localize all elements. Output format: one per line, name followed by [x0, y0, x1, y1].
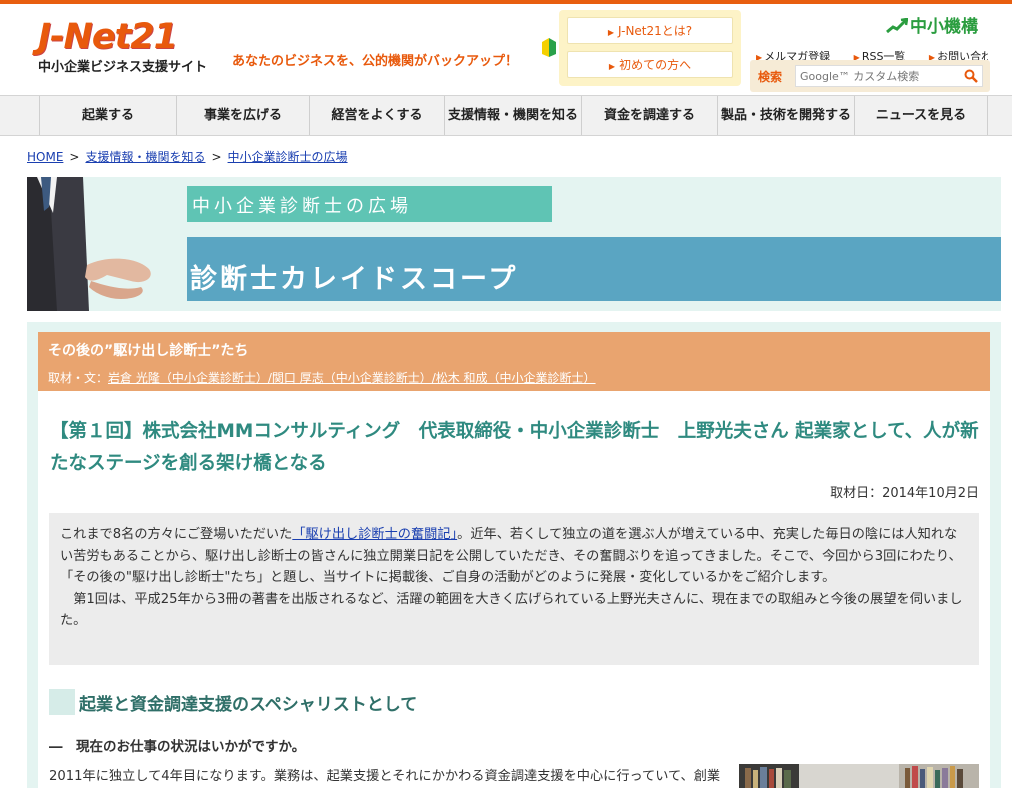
intro-link-diary[interactable]: 「駆け出し診断士の奮闘記」 — [292, 527, 457, 542]
smrj-logo-text: 中小機構 — [910, 17, 978, 37]
interview-answer: 2011年に独立して4年目になります。業務は、起業支援とそれにかかわる資金調達支… — [49, 769, 721, 784]
interview-question: ― 現在のお仕事の状況はいかがですか。 — [49, 739, 306, 755]
breadcrumb-current[interactable]: 中小企業診断士の広場 — [228, 150, 348, 164]
link-rss-label: RSS一覧 — [861, 50, 906, 60]
logo-main-text: J-Net21 — [38, 17, 178, 57]
logo-sub-text: 中小企業ビジネス支援サイト — [38, 60, 208, 75]
breadcrumb-separator: > — [211, 150, 222, 164]
smrj-logo[interactable]: 中小機構 — [886, 12, 978, 37]
section-banner: 中小企業診断士の広場 診断士カレイドスコープ — [27, 177, 1001, 311]
beginner-mark-icon — [542, 38, 556, 57]
about-jnet21-button[interactable]: ▶ J-Net21とは? — [567, 17, 733, 44]
nav-item-support-info[interactable]: 支援情報・機関を知る — [444, 96, 581, 135]
banner-title-kaleidoscope: 診断士カレイドスコープ — [190, 264, 519, 295]
nav-item-startup[interactable]: 起業する — [39, 96, 176, 135]
section-marker — [49, 689, 75, 715]
site-search: 検索 — [750, 60, 990, 92]
interview-photo — [739, 764, 979, 788]
arrow-right-icon: ▶ — [756, 53, 763, 60]
breadcrumb-support-info[interactable]: 支援情報・機関を知る — [85, 150, 205, 164]
arrow-right-icon: ▶ — [928, 53, 936, 60]
site-logo[interactable]: J-Net21 中小企業ビジネス支援サイト — [38, 18, 228, 75]
nav-item-expand-business[interactable]: 事業を広げる — [176, 96, 309, 135]
triangle-right-icon: ▶ — [607, 28, 614, 37]
series-header: その後の”駆け出し診断士”たち 取材・文：岩倉 光隆（中小企業診断士）/関口 厚… — [38, 332, 990, 391]
article-card: その後の”駆け出し診断士”たち 取材・文：岩倉 光隆（中小企業診断士）/関口 厚… — [27, 322, 1001, 788]
section-heading: 起業と資金調達支援のスペシャリストとして — [49, 689, 417, 715]
triangle-right-icon: ▶ — [608, 62, 616, 71]
link-contact-label: お問い合わせ — [937, 50, 988, 60]
breadcrumb-separator: > — [69, 150, 80, 164]
about-jnet21-label: J-Net21とは? — [618, 24, 693, 38]
nav-item-funding[interactable]: 資金を調達する — [581, 96, 717, 135]
first-time-label: 初めての方へ — [619, 58, 692, 72]
search-icon[interactable] — [964, 69, 978, 83]
link-mailmag[interactable]: ▶ メルマガ登録 — [756, 50, 840, 60]
section-heading-text: 起業と資金調達支援のスペシャリストとして — [79, 694, 418, 715]
header-guide-box: ▶ J-Net21とは? ▶ 初めての方へ — [559, 10, 741, 86]
intro-paragraph-2: 第1回は、平成25年から3冊の著書を出版されるなど、活躍の範囲を大きく広げられて… — [60, 591, 963, 629]
series-credit: 取材・文：岩倉 光隆（中小企業診断士）/関口 厚志（中小企業診断士）/松木 和成… — [48, 369, 596, 386]
nav-item-product-tech[interactable]: 製品・技術を開発する — [717, 96, 854, 135]
series-title: その後の”駆け出し診断士”たち — [48, 343, 249, 359]
global-nav: 起業する 事業を広げる 経営をよくする 支援情報・機関を知る 資金を調達する 製… — [0, 95, 1012, 136]
intro-paragraph: これまで8名の方々にご登場いただいた「駆け出し診断士の奮闘記」。近年、若くして独… — [60, 524, 968, 589]
nav-item-news[interactable]: ニュースを見る — [854, 96, 988, 135]
breadcrumb-home[interactable]: HOME — [27, 150, 63, 164]
arrow-right-icon: ▶ — [853, 53, 860, 60]
header-top-links: ▶メルマガ登録 ▶RSS一覧 ▶お問い合わせ — [756, 48, 988, 60]
article-body: その後の”駆け出し診断士”たち 取材・文：岩倉 光隆（中小企業診断士）/関口 厚… — [38, 332, 990, 788]
link-contact[interactable]: ▶お問い合わせ — [929, 50, 988, 60]
link-rss[interactable]: ▶ RSS一覧 — [854, 50, 916, 60]
breadcrumb: HOME > 支援情報・機関を知る > 中小企業診断士の広場 — [27, 148, 348, 165]
article-title: 【第１回】株式会社MMコンサルティング 代表取締役・中小企業診断士 上野光夫さん… — [50, 421, 979, 474]
businessman-photo — [27, 177, 187, 311]
nav-item-improve-management[interactable]: 経営をよくする — [309, 96, 444, 135]
first-time-button[interactable]: ▶ 初めての方へ — [567, 51, 733, 78]
site-tagline: あなたのビジネスを、公的機関がバックアップ！ — [232, 54, 519, 69]
credit-prefix: 取材・文： — [48, 371, 109, 385]
top-accent-line — [0, 0, 1012, 4]
intro-text-before: これまで8名の方々にご登場いただいた — [60, 527, 293, 542]
smrj-mark-icon — [886, 17, 909, 34]
search-input[interactable] — [795, 65, 983, 87]
interview-date: 取材日：2014年10月2日 — [830, 486, 979, 501]
search-label: 検索 — [758, 70, 783, 84]
intro-box: これまで8名の方々にご登場いただいた「駆け出し診断士の奮闘記」。近年、若くして独… — [49, 513, 979, 665]
banner-title-plaza: 中小企業診断士の広場 — [192, 196, 412, 217]
credit-authors-link[interactable]: 岩倉 光隆（中小企業診断士）/関口 厚志（中小企業診断士）/松木 和成（中小企業… — [108, 371, 596, 385]
link-mailmag-label: メルマガ登録 — [764, 50, 831, 60]
